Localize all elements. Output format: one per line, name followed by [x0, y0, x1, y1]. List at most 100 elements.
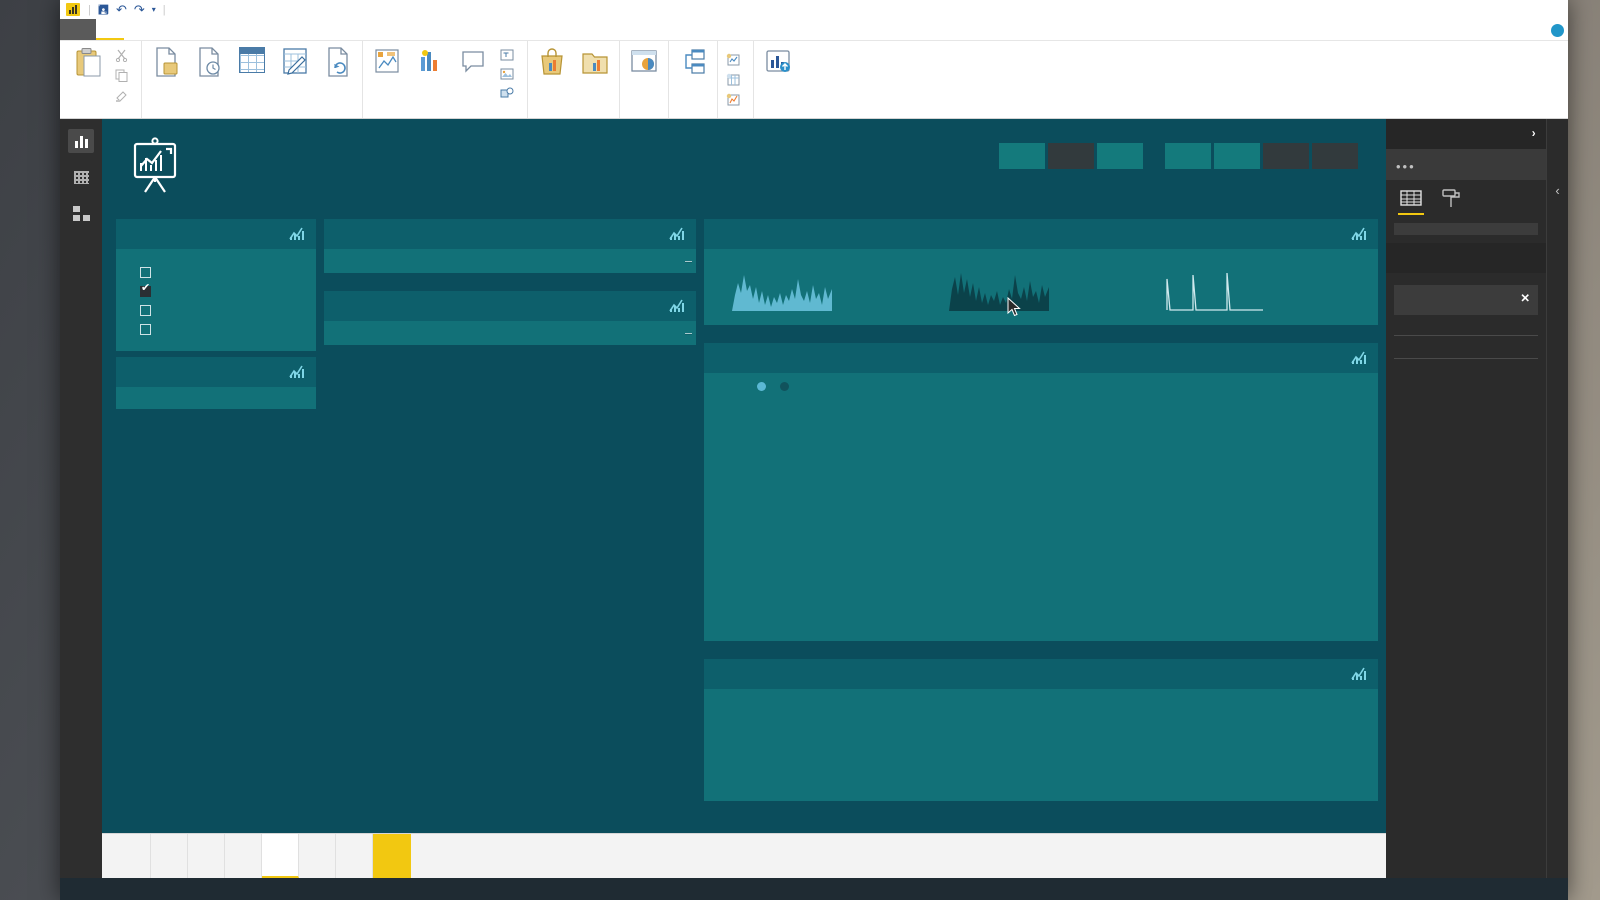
ask-question-button[interactable] — [452, 45, 494, 85]
ribbon-tab-help[interactable] — [180, 19, 208, 40]
refresh-button[interactable] — [317, 45, 359, 85]
ribbon-tab-modeling[interactable] — [152, 19, 180, 40]
data-view-icon[interactable] — [68, 165, 94, 189]
year-2018-button[interactable] — [1097, 143, 1143, 169]
maximize-button[interactable] — [1484, 0, 1526, 19]
help-icon[interactable] — [1551, 23, 1564, 37]
redo-icon[interactable]: ↷ — [134, 3, 145, 16]
model-view-icon[interactable] — [68, 201, 94, 225]
enter-data-button[interactable] — [231, 45, 273, 78]
format-painter-button[interactable] — [110, 87, 138, 107]
new-page-button[interactable] — [366, 45, 408, 85]
group-item-rank-1-10[interactable] — [140, 263, 316, 282]
signin-area[interactable] — [1533, 19, 1564, 41]
ribbon-tab-view[interactable] — [124, 19, 152, 40]
chart-scrollbar[interactable] — [685, 261, 692, 263]
scrollbar-thumb[interactable] — [685, 333, 692, 335]
checkbox[interactable] — [140, 305, 151, 316]
scrollbar-thumb[interactable] — [685, 261, 692, 263]
quarter-q2-button[interactable] — [1214, 143, 1260, 169]
get-data-button[interactable] — [145, 45, 187, 85]
chart-scrollbar[interactable] — [685, 333, 692, 335]
shapes-button[interactable] — [495, 85, 524, 104]
chevron-left-icon[interactable]: ‹ — [1555, 175, 1559, 198]
drillthrough-drop-zone[interactable] — [1394, 335, 1538, 348]
ribbon-tab-bar[interactable] — [60, 19, 1568, 41]
switch-theme-button[interactable] — [623, 45, 665, 85]
from-marketplace-button[interactable] — [531, 45, 573, 85]
close-button[interactable] — [1526, 0, 1568, 19]
quarter-slicer[interactable] — [1165, 143, 1358, 169]
edit-queries-button[interactable] — [274, 45, 316, 85]
year-2016-button[interactable] — [999, 143, 1045, 169]
page-tab-bar[interactable] — [102, 833, 1386, 878]
year-2017-button[interactable] — [1048, 143, 1094, 169]
customize-qat-icon[interactable]: ▾ — [152, 5, 156, 14]
new-visual-button[interactable] — [409, 45, 451, 85]
page-tab-budgeting-analysis[interactable] — [225, 834, 262, 878]
paste-button[interactable] — [67, 45, 109, 85]
focus-mode-icon[interactable] — [669, 299, 686, 313]
quarter-q1-button[interactable] — [1165, 143, 1211, 169]
report-canvas[interactable] — [102, 119, 1386, 833]
add-page-button[interactable] — [373, 834, 411, 878]
product-purchases-chart[interactable] — [324, 249, 696, 273]
page-nav-arrows[interactable] — [102, 834, 114, 878]
group-item-rank-41-100[interactable] — [140, 301, 316, 320]
page-tab-performance-insights[interactable] — [114, 834, 151, 878]
kpi-total-customers[interactable] — [1155, 265, 1372, 311]
filter-card-year[interactable]: ✕ — [1394, 285, 1538, 315]
manage-relationships-button[interactable] — [672, 45, 714, 85]
ribbon-tab-home[interactable] — [96, 19, 124, 40]
view-switcher-rail[interactable] — [60, 119, 102, 878]
text-box-button[interactable] — [495, 47, 524, 66]
customer-groups-list[interactable] — [116, 249, 316, 351]
ribbon[interactable] — [60, 41, 1568, 119]
focus-mode-icon[interactable] — [1351, 227, 1368, 241]
ribbon-tab-file[interactable] — [60, 19, 96, 40]
image-button[interactable] — [495, 66, 524, 85]
focus-mode-icon[interactable] — [1351, 351, 1368, 365]
kpi-total-profits[interactable] — [939, 265, 1156, 311]
new-measure-button[interactable] — [721, 51, 750, 71]
values-drop-zone[interactable] — [1394, 223, 1538, 235]
legend-item-q4-2017[interactable] — [780, 382, 794, 391]
scatter-plot[interactable] — [704, 407, 1386, 635]
daily-sales-tile[interactable] — [704, 689, 1378, 801]
page-tab-customer-insights[interactable] — [262, 834, 299, 878]
recent-sources-button[interactable] — [188, 45, 230, 85]
focus-mode-icon[interactable] — [289, 365, 306, 379]
minimize-button[interactable] — [1442, 0, 1484, 19]
chevron-right-icon[interactable]: › — [1532, 128, 1536, 140]
focus-mode-icon[interactable] — [669, 227, 686, 241]
fields-pane-collapsed[interactable]: ‹ — [1546, 119, 1568, 878]
report-view-icon[interactable] — [68, 129, 94, 153]
focus-mode-icon[interactable] — [1351, 667, 1368, 681]
regional-breakdown-chart[interactable] — [324, 321, 696, 345]
scatter-chart-tile[interactable] — [704, 373, 1378, 641]
kpi-total-sales[interactable] — [722, 265, 939, 311]
fields-tab-icon[interactable] — [1398, 188, 1424, 215]
close-icon[interactable]: ✕ — [1520, 291, 1530, 305]
group-item-rank-11-40[interactable] — [140, 282, 316, 301]
window-controls[interactable] — [1442, 0, 1568, 19]
page-tab-financials-performance[interactable] — [151, 834, 188, 878]
year-slicer[interactable] — [999, 143, 1143, 169]
visualization-type-grid[interactable] — [1386, 149, 1546, 158]
from-file-button[interactable] — [574, 45, 616, 85]
legend-item-q3-2017[interactable] — [757, 382, 771, 391]
page-tab-future-predictions[interactable] — [188, 834, 225, 878]
copy-button[interactable] — [110, 67, 138, 87]
more-visuals-icon[interactable]: ••• — [1386, 158, 1546, 180]
page-tab-page-1[interactable] — [336, 834, 373, 878]
cut-button[interactable] — [110, 47, 138, 67]
page-tab-attrition-analytics[interactable] — [299, 834, 336, 878]
checkbox[interactable] — [140, 267, 151, 278]
quick-access-toolbar[interactable]: | 🖪 ↶ ↷ ▾ | — [88, 3, 166, 16]
focus-mode-icon[interactable] — [289, 227, 306, 241]
checkbox[interactable] — [140, 324, 151, 335]
checkbox-checked[interactable] — [140, 283, 151, 297]
quarter-q3-button[interactable] — [1263, 143, 1309, 169]
undo-icon[interactable]: ↶ — [116, 3, 127, 16]
visual-config-tabs[interactable] — [1386, 180, 1546, 215]
